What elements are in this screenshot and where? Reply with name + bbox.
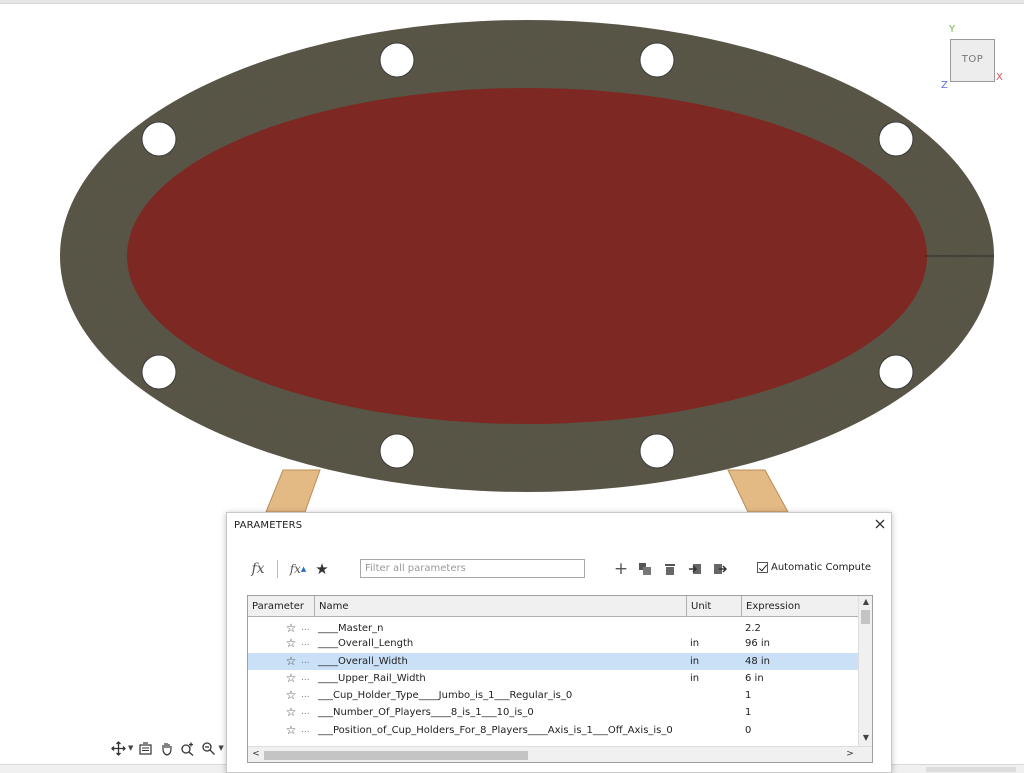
scroll-right-icon[interactable]: > <box>844 749 856 759</box>
row-options[interactable]: ... <box>301 687 310 704</box>
table-body: ____Master_n 2.2 ☆ ... ☆ ... ____Overall… <box>248 618 858 746</box>
navigation-bar: ▼ ▼ <box>110 737 224 759</box>
chevron-down-icon[interactable]: ▼ <box>128 744 133 752</box>
parameters-toolbar: fx fx▲ ★ + Automatic Compute <box>227 557 893 581</box>
parameter-expression[interactable]: 6 in <box>745 670 764 687</box>
column-header-expression[interactable]: Expression <box>742 596 858 617</box>
horizontal-scroll-thumb[interactable] <box>264 751 528 760</box>
axis-x-label: X <box>996 72 1003 83</box>
cup-holder <box>878 121 914 157</box>
fx-user-filter-icon[interactable]: fx ▲ <box>287 559 309 579</box>
favorite-star-icon[interactable]: ☆ <box>284 653 298 670</box>
parameter-unit: in <box>690 655 700 667</box>
parameter-expression[interactable]: 48 in <box>745 653 770 670</box>
parameter-name: ____Overall_Width <box>318 655 408 667</box>
axis-y-label: Y <box>949 24 956 35</box>
scroll-down-icon[interactable]: ▼ <box>859 732 872 744</box>
column-header-unit[interactable]: Unit <box>687 596 742 617</box>
table-leg-left <box>265 469 321 513</box>
table-header: Parameter Name ^ Unit Expression <box>248 596 858 617</box>
favorite-star-icon[interactable]: ☆ <box>284 687 298 704</box>
table-row[interactable]: ☆ ... ____Overall_Length in 96 in <box>248 635 858 652</box>
parameters-dialog: PARAMETERS fx fx▲ ★ + Automatic Compute … <box>226 512 892 773</box>
add-parameter-icon[interactable]: + <box>613 559 629 579</box>
table-row[interactable]: ☆ ... ___Number_Of_Players____8_is_1___1… <box>248 704 858 721</box>
table-row[interactable]: ☆ ... ____Upper_Rail_Width in 6 in <box>248 670 858 687</box>
fx-icon[interactable]: fx <box>247 559 269 579</box>
parameter-name: ___Position_of_Cup_Holders_For_8_Players… <box>318 724 673 736</box>
parameter-name: ___Cup_Holder_Type____Jumbo_is_1___Regul… <box>318 690 573 702</box>
favorite-star-icon[interactable]: ☆ <box>284 722 298 739</box>
axis-z-label: Z <box>941 80 948 91</box>
cup-holder <box>639 42 675 78</box>
parameter-unit: in <box>690 672 700 684</box>
cup-holder <box>379 433 415 469</box>
parameter-name: ____Overall_Length <box>318 638 414 650</box>
zoom-icon[interactable] <box>179 740 196 757</box>
favorites-star-icon[interactable]: ★ <box>312 559 332 579</box>
parameters-table: Parameter Name ^ Unit Expression ____Mas… <box>247 595 873 763</box>
table-leg-right <box>727 469 789 513</box>
delete-icon[interactable] <box>662 559 678 579</box>
vertical-scrollbar[interactable]: ▲ ▼ <box>858 596 872 746</box>
viewcube-top-face[interactable]: TOP <box>950 39 995 82</box>
status-strip-control <box>926 767 1016 772</box>
parameter-expression[interactable]: 1 <box>745 687 751 704</box>
checkbox-checked-icon[interactable] <box>757 562 768 573</box>
chevron-down-icon[interactable]: ▼ <box>218 744 223 752</box>
dialog-title: PARAMETERS <box>234 520 303 531</box>
import-icon[interactable] <box>687 559 703 579</box>
look-at-icon[interactable] <box>137 740 154 757</box>
cup-holder <box>878 354 914 390</box>
sort-indicator-icon: ^ <box>498 595 506 603</box>
viewcube-face-label: TOP <box>961 54 984 65</box>
row-options[interactable]: ... <box>301 635 310 652</box>
favorite-star-icon[interactable]: ☆ <box>284 635 298 652</box>
scroll-up-icon[interactable]: ▲ <box>859 596 872 608</box>
favorite-star-icon[interactable]: ☆ <box>284 670 298 687</box>
filter-parameters-input[interactable] <box>360 559 585 578</box>
parameter-name: ____Upper_Rail_Width <box>318 672 426 684</box>
automatic-compute-label: Automatic Compute <box>771 562 872 573</box>
parameter-name: ___Number_Of_Players____8_is_1___10_is_0 <box>318 707 534 719</box>
table-row-selected[interactable]: ☆ ... ____Overall_Width in 48 in <box>248 652 858 670</box>
orbit-icon[interactable] <box>110 740 127 757</box>
pan-icon[interactable] <box>158 740 175 757</box>
row-options[interactable]: ... <box>301 653 310 670</box>
table-row[interactable]: ☆ ... ___Cup_Holder_Type____Jumbo_is_1__… <box>248 687 858 704</box>
table-felt <box>127 88 927 424</box>
table-row[interactable]: ☆ ... ___Position_of_Cup_Holders_For_8_P… <box>248 722 858 739</box>
cup-holder <box>141 121 177 157</box>
row-options[interactable]: ... <box>301 704 310 721</box>
parameter-expression[interactable]: 1 <box>745 704 751 721</box>
parameter-expression[interactable]: 0 <box>745 722 751 739</box>
viewcube[interactable]: Y TOP X Z <box>940 24 1010 96</box>
favorite-star-icon[interactable]: ☆ <box>284 704 298 721</box>
row-options[interactable]: ... <box>301 722 310 739</box>
cup-holder <box>639 433 675 469</box>
scroll-left-icon[interactable]: < <box>250 749 262 759</box>
row-options[interactable]: ... <box>301 670 310 687</box>
automatic-compute-checkbox[interactable]: Automatic Compute <box>757 562 871 573</box>
cup-holder <box>379 42 415 78</box>
close-icon[interactable] <box>873 517 887 531</box>
column-header-parameter[interactable]: Parameter <box>248 596 315 617</box>
horizontal-scrollbar[interactable]: < > <box>248 746 872 762</box>
vertical-scroll-thumb[interactable] <box>861 610 870 624</box>
fit-icon[interactable] <box>200 740 217 757</box>
parameter-expression[interactable]: 96 in <box>745 635 770 652</box>
parameter-unit: in <box>690 638 700 650</box>
cup-holder <box>141 354 177 390</box>
copy-icon[interactable] <box>637 559 653 579</box>
table-row[interactable]: ____Master_n 2.2 ☆ ... <box>248 618 858 635</box>
export-icon[interactable] <box>712 559 728 579</box>
toolbar-divider <box>277 560 278 578</box>
